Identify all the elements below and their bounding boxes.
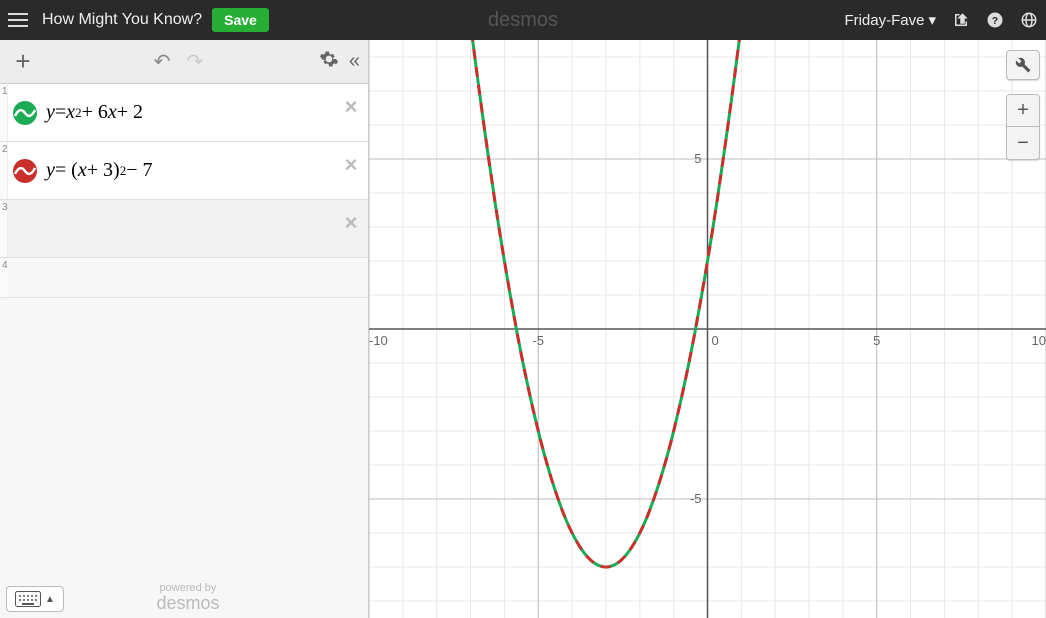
expression-color-icon[interactable]: [8, 142, 42, 199]
expression-body[interactable]: y = x2 + 6x + 2: [42, 84, 334, 141]
panel-footer: ▲ powered by desmos: [6, 583, 362, 612]
account-menu[interactable]: Friday-Fave ▾: [844, 11, 936, 29]
expression-color-icon[interactable]: [8, 84, 42, 141]
graph-title[interactable]: How Might You Know?: [42, 11, 202, 29]
svg-text:-5: -5: [690, 491, 702, 506]
desmos-logo: desmos: [488, 9, 558, 32]
delete-expression-button[interactable]: ×: [334, 84, 368, 141]
expression-row[interactable]: 1 y = x2 + 6x + 2 ×: [0, 84, 368, 142]
help-icon[interactable]: ?: [986, 11, 1004, 29]
expression-panel: + ↶ ↷ « 1 y = x2 + 6x + 2 × 2 y = (x + 3)2 −…: [0, 40, 369, 618]
add-expression-button[interactable]: +: [8, 46, 38, 77]
chevron-down-icon: ▾: [928, 11, 936, 29]
expression-toolbar: + ↶ ↷ «: [0, 40, 368, 84]
chevron-up-icon: ▲: [45, 594, 55, 605]
main: + ↶ ↷ « 1 y = x2 + 6x + 2 × 2 y = (x + 3)2 −…: [0, 40, 1046, 618]
svg-text:-5: -5: [532, 333, 544, 348]
collapse-panel-button[interactable]: «: [349, 50, 360, 73]
user-name: Friday-Fave: [844, 12, 924, 29]
settings-button[interactable]: [319, 49, 339, 75]
expression-row[interactable]: 4: [0, 258, 368, 298]
expression-index: 2: [0, 142, 8, 199]
expression-row[interactable]: 2 y = (x + 3)2 − 7 ×: [0, 142, 368, 200]
close-icon: ×: [345, 152, 358, 178]
svg-text:?: ?: [992, 15, 998, 27]
graph-area[interactable]: -10 -5 0 5 10 -5 5 + −: [369, 40, 1046, 618]
expression-body[interactable]: y = (x + 3)2 − 7: [42, 142, 334, 199]
app-header: How Might You Know? Save desmos Friday-F…: [0, 0, 1046, 40]
svg-text:-10: -10: [369, 333, 388, 348]
powered-by: powered by desmos: [156, 583, 219, 612]
svg-text:0: 0: [712, 333, 719, 348]
expression-index: 3: [0, 200, 8, 257]
graph-settings-button[interactable]: [1006, 50, 1040, 80]
svg-text:5: 5: [694, 151, 701, 166]
zoom-controls: + −: [1006, 94, 1040, 160]
close-icon: ×: [345, 210, 358, 236]
keyboard-button[interactable]: ▲: [6, 586, 64, 612]
language-icon[interactable]: [1020, 11, 1038, 29]
expression-color-icon[interactable]: [8, 200, 42, 257]
expression-list: 1y = x2 + 6x + 2×2y = (x + 3)2 − 7×3×4: [0, 84, 368, 618]
expression-index: 1: [0, 84, 8, 141]
header-right: Friday-Fave ▾ ?: [844, 11, 1038, 29]
delete-expression-button[interactable]: ×: [334, 142, 368, 199]
zoom-out-button[interactable]: −: [1007, 127, 1039, 159]
undo-button[interactable]: ↶: [154, 49, 171, 74]
redo-button[interactable]: ↷: [186, 49, 203, 74]
menu-icon[interactable]: [8, 8, 32, 32]
svg-text:10: 10: [1032, 333, 1046, 348]
delete-expression-button[interactable]: ×: [334, 200, 368, 257]
expression-index: 4: [0, 258, 8, 297]
svg-text:5: 5: [873, 333, 880, 348]
share-icon[interactable]: [952, 11, 970, 29]
zoom-in-button[interactable]: +: [1007, 95, 1039, 127]
graph-canvas[interactable]: -10 -5 0 5 10 -5 5: [369, 40, 1046, 618]
expression-body[interactable]: [42, 200, 334, 257]
close-icon: ×: [345, 94, 358, 120]
save-button[interactable]: Save: [212, 8, 269, 32]
expression-row[interactable]: 3×: [0, 200, 368, 258]
